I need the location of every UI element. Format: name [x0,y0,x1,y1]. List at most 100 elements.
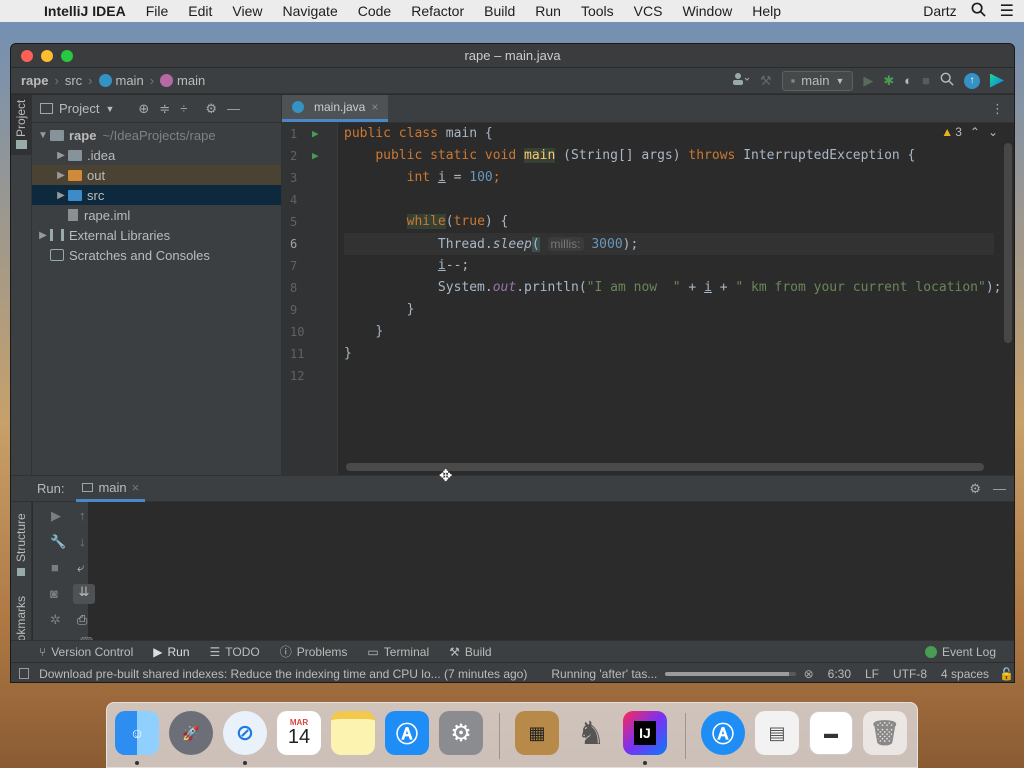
hide-panel-icon[interactable]: — [227,101,240,116]
hide-panel-icon[interactable]: — [993,481,1006,496]
app-store-icon[interactable]: Ⓐ [385,711,429,755]
soft-wrap-icon[interactable]: ⤶ [77,560,84,576]
menu-vcs[interactable]: VCS [634,3,663,19]
vertical-scrollbar[interactable] [1004,143,1012,343]
menu-code[interactable]: Code [358,3,391,19]
menu-help[interactable]: Help [752,3,781,19]
caret-position[interactable]: 6:30 [828,667,851,681]
close-icon[interactable]: × [371,100,378,114]
menu-build[interactable]: Build [484,3,515,19]
stop-icon[interactable]: ■ [922,73,930,88]
tool-todo[interactable]: ☰ TODO [210,645,260,659]
gear-icon[interactable]: ⚙ [205,101,217,117]
menu-window[interactable]: Window [682,3,732,19]
tab-main-java[interactable]: main.java × [282,95,389,122]
run-gutter-icon[interactable]: ▶ [312,145,319,167]
tree-item-out[interactable]: ▶ out [32,165,281,185]
menu-file[interactable]: File [146,3,169,19]
tool-version-control[interactable]: ⑂ Version Control [39,645,133,659]
wrench-icon[interactable]: 🔧 [50,534,66,550]
debug-icon[interactable]: ✱ [883,73,894,89]
tool-run[interactable]: ▶ Run [153,645,189,659]
run-gutter-icon[interactable]: ▶ [312,123,319,145]
tree-item-root[interactable]: ▼ rape ~/IdeaProjects/rape [32,125,281,145]
jetbrains-logo-icon[interactable] [990,73,1004,88]
project-panel-title[interactable]: Project [59,101,99,116]
breadcrumb-project[interactable]: rape [21,73,48,88]
chevron-right-icon[interactable]: ▶ [36,230,50,241]
chevron-right-icon[interactable]: ▶ [54,190,68,201]
tree-item-iml[interactable]: rape.iml [32,205,281,225]
run-configuration-select[interactable]: ▪ main ▼ [781,70,854,91]
indent-setting[interactable]: 4 spaces [941,667,989,681]
menu-refactor[interactable]: Refactor [411,3,464,19]
background-task[interactable]: Running 'after' tas... [551,667,657,681]
breadcrumb-class[interactable]: main [98,73,144,88]
chess-icon[interactable]: ♞ [569,711,613,755]
run-tab-main[interactable]: main × [76,476,146,502]
expand-all-icon[interactable]: ≑ [159,101,170,117]
structure-tool-tab[interactable]: Structure [14,513,28,562]
menu-app-name[interactable]: IntelliJ IDEA [44,3,126,19]
locate-icon[interactable]: ⊕ [138,101,149,117]
close-icon[interactable]: × [132,480,140,495]
document-icon[interactable]: ▤ [755,711,799,755]
inspection-widget[interactable]: ▲ 3 ⌃ ⌄ [941,125,998,139]
code-area[interactable]: 1▶ 2▶ 3 4 5 6 7 8 9 10 11 12 ● public cl… [282,123,1014,475]
chevron-right-icon[interactable]: ▶ [54,150,68,161]
coverage-icon[interactable]: ◐ [904,73,912,88]
calendar-icon[interactable]: MAR 14 [277,711,321,755]
status-message[interactable]: Download pre-built shared indexes: Reduc… [39,667,527,681]
menubar-user[interactable]: Dartz [923,3,956,19]
tool-event-log[interactable]: Event Log [924,645,996,659]
menu-view[interactable]: View [232,3,262,19]
scroll-up-icon[interactable]: ↑ [79,508,86,523]
chevron-down-icon[interactable]: ▼ [105,104,114,114]
menu-run[interactable]: Run [535,3,561,19]
screenshot-window-icon[interactable]: ▬ [809,711,853,755]
menu-edit[interactable]: Edit [188,3,212,19]
line-separator[interactable]: LF [865,667,879,681]
breadcrumb-method[interactable]: main [160,73,205,88]
cancel-task-icon[interactable]: ⊗ [804,667,814,681]
system-preferences-icon[interactable]: ⚙ [439,711,483,755]
rerun-icon[interactable]: ▶ [51,508,61,524]
menu-tools[interactable]: Tools [581,3,614,19]
scroll-to-end-icon[interactable]: ⇊ [73,584,95,604]
layout-toggle-icon[interactable] [19,668,30,679]
trash-icon[interactable]: 🗑 [863,711,907,755]
control-center-icon[interactable]: ☰ [1000,1,1014,21]
editor-menu-icon[interactable]: ⋮ [991,95,1014,122]
scroll-down-icon[interactable]: ↓ [79,534,86,549]
launchpad-icon[interactable]: 🚀 [169,711,213,755]
tree-item-external-libraries[interactable]: ▶ External Libraries [32,225,281,245]
tool-build[interactable]: ⚒ Build [449,645,491,659]
menu-navigate[interactable]: Navigate [282,3,337,19]
finder-icon[interactable]: ☺ [115,711,159,755]
calculator-icon[interactable]: ▦ [515,711,559,755]
tree-item-scratches[interactable]: Scratches and Consoles [32,245,281,265]
print-icon[interactable]: ⎙ [77,612,87,628]
camera-icon[interactable]: ◙ [50,586,58,601]
collapse-all-icon[interactable]: ÷ [180,101,187,116]
tree-item-idea[interactable]: ▶ .idea [32,145,281,165]
safari-icon[interactable]: ⊘ [223,711,267,755]
stop-icon[interactable]: ■ [51,560,59,575]
spotlight-search-icon[interactable] [971,2,986,20]
intellij-idea-icon[interactable]: IJ [623,711,667,755]
tool-problems[interactable]: ⓘ Problems [280,643,348,660]
chevron-down-icon[interactable]: ⌄ [988,125,998,139]
notes-icon[interactable] [331,711,375,755]
file-encoding[interactable]: UTF-8 [893,667,927,681]
account-icon[interactable] [732,72,750,89]
project-tool-tab[interactable]: Project [14,100,28,137]
chevron-down-icon[interactable]: ▼ [36,130,50,141]
app-store-download-icon[interactable]: Ⓐ [701,711,745,755]
search-icon[interactable] [940,72,954,89]
build-hammer-icon[interactable]: ⚒ [760,73,772,89]
settings-icon[interactable]: ✲ [50,612,61,628]
tree-item-src[interactable]: ▶ src [32,185,281,205]
tool-terminal[interactable]: ▭ Terminal [367,645,429,659]
breadcrumb-src[interactable]: src [65,73,82,88]
chevron-right-icon[interactable]: ▶ [54,170,68,181]
